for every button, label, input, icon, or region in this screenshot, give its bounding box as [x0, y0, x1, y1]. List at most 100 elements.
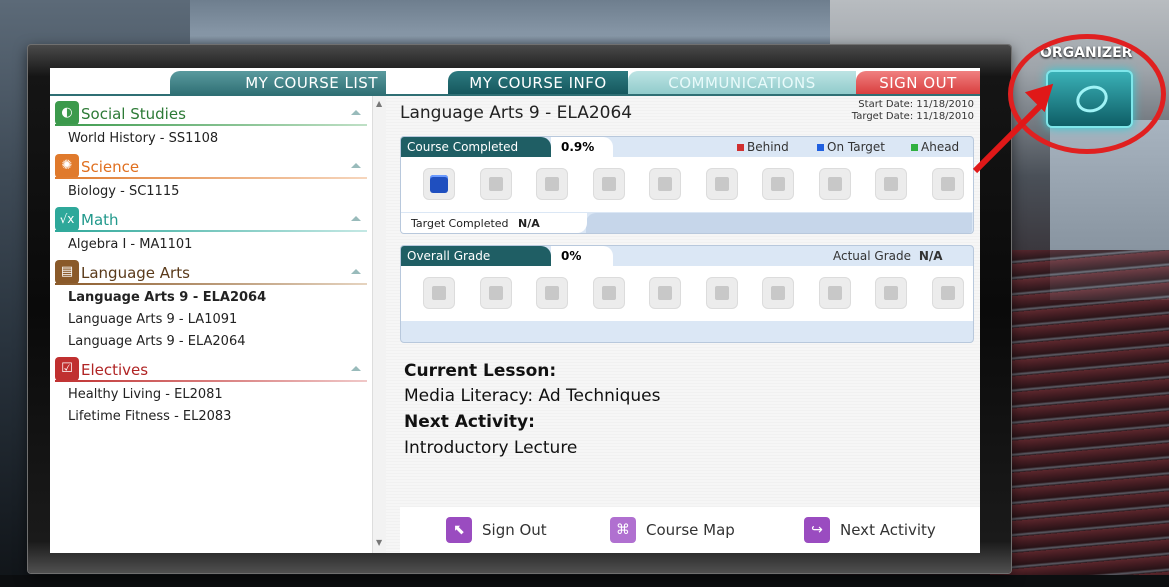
legend-swatch [737, 144, 744, 151]
progress-block-empty [649, 168, 681, 200]
progress-block-empty [931, 168, 964, 200]
course-info-panel: Language Arts 9 - ELA2064 Start Date: 11… [386, 96, 980, 553]
next-activity: Introductory Lecture [404, 438, 578, 458]
scroll-up-icon[interactable]: ▲ [376, 99, 382, 108]
start-date: Start Date: 11/18/2010 [858, 99, 974, 110]
course-screen: MY COURSE LIST MY COURSE INFO COMMUNICAT… [50, 68, 980, 553]
collapse-icon[interactable] [351, 110, 361, 115]
overall-grade-panel: Overall Grade 0% Actual Grade N/A [400, 245, 974, 343]
progress-block-empty [762, 277, 794, 309]
course-title: Language Arts 9 - ELA2064 [400, 103, 633, 123]
current-lesson: Media Literacy: Ad Techniques [404, 386, 661, 406]
action-bar: ⬉ Sign Out ⌘ Course Map ↪ Next Activity [400, 507, 980, 553]
category-divider [55, 380, 367, 382]
progress-block-empty [649, 277, 681, 309]
course-dates: Start Date: 11/18/2010 Target Date: 11/1… [852, 99, 974, 123]
actual-grade-label: Actual Grade [833, 249, 911, 263]
globe-icon: ◐ [55, 101, 79, 125]
progress-block-empty [705, 168, 738, 200]
progress-block-empty [592, 168, 625, 200]
category-divider [55, 283, 367, 285]
course-item-ela2064[interactable]: Language Arts 9 - ELA2064 [68, 334, 246, 349]
target-bar [586, 213, 972, 233]
legend-swatch [911, 144, 918, 151]
course-item-world-history[interactable]: World History - SS1108 [68, 131, 218, 146]
progress-header: Course Completed 0.9% Behind On Target A… [401, 137, 973, 157]
collapse-icon[interactable] [351, 216, 361, 221]
category-language-arts[interactable]: ▤ Language Arts [55, 259, 367, 285]
category-label: Math [81, 211, 119, 229]
course-item-lifetime-fitness[interactable]: Lifetime Fitness - EL2083 [68, 409, 231, 424]
progress-block-empty [479, 277, 512, 309]
category-electives[interactable]: ☑ Electives [55, 356, 367, 382]
progress-block-empty [875, 168, 907, 200]
progress-block-empty [705, 277, 738, 309]
sqrt-icon: √x [55, 207, 79, 231]
course-item-healthy-living[interactable]: Healthy Living - EL2081 [68, 387, 223, 402]
progress-block-empty [875, 277, 907, 309]
course-completed-value: 0.9% [551, 137, 613, 157]
course-item-ela2064-active[interactable]: Language Arts 9 - ELA2064 [68, 290, 266, 305]
progress-block-empty [592, 277, 625, 309]
progress-blocks [401, 157, 973, 212]
tab-communications[interactable]: COMMUNICATIONS [628, 71, 856, 95]
category-label: Electives [81, 361, 149, 379]
collapse-icon[interactable] [351, 163, 361, 168]
progress-block-empty [423, 277, 455, 309]
target-completed-text: Target Completed N/A [411, 217, 540, 230]
grade-header: Overall Grade 0% Actual Grade N/A [401, 246, 973, 266]
category-divider [55, 230, 367, 232]
tab-bar: MY COURSE LIST MY COURSE INFO COMMUNICAT… [50, 68, 980, 96]
progress-block-empty [479, 168, 512, 200]
book-icon: ▤ [55, 260, 79, 284]
collapse-icon[interactable] [351, 366, 361, 371]
tab-my-course-info[interactable]: MY COURSE INFO [448, 71, 628, 95]
current-lesson-label: Current Lesson: [404, 361, 557, 381]
actual-grade-value: N/A [918, 249, 943, 263]
sign-out-arrow-icon: ⬉ [446, 517, 472, 543]
progress-block-empty [536, 168, 568, 200]
map-icon: ⌘ [610, 517, 636, 543]
category-science[interactable]: ✺ Science [55, 153, 367, 179]
tab-sign-out[interactable]: SIGN OUT [856, 71, 980, 95]
atom-icon: ✺ [55, 154, 79, 178]
category-divider [55, 177, 367, 179]
next-arrow-icon: ↪ [804, 517, 830, 543]
course-item-la1091[interactable]: Language Arts 9 - LA1091 [68, 312, 237, 327]
next-activity-button-label: Next Activity [840, 521, 936, 539]
collapse-icon[interactable] [351, 269, 361, 274]
progress-block-empty [536, 277, 568, 309]
course-list-sidebar: ◐ Social Studies World History - SS1108 … [50, 96, 372, 553]
course-progress-panel: Course Completed 0.9% Behind On Target A… [400, 136, 974, 234]
background-stripes [990, 250, 1169, 587]
target-completed-label: Target Completed [411, 217, 509, 230]
course-item-algebra[interactable]: Algebra I - MA1101 [68, 237, 192, 252]
sidebar-scrollbar[interactable]: ▲ ▼ [372, 96, 386, 553]
scroll-down-icon[interactable]: ▼ [376, 538, 382, 547]
legend-label: Behind [747, 140, 789, 154]
progress-block-empty [818, 168, 851, 200]
course-item-biology[interactable]: Biology - SC1115 [68, 184, 179, 199]
category-label: Social Studies [81, 105, 186, 123]
category-social-studies[interactable]: ◐ Social Studies [55, 100, 367, 126]
sign-out-label: Sign Out [482, 521, 547, 539]
category-label: Language Arts [81, 264, 190, 282]
progress-block-empty [762, 168, 794, 200]
progress-block-empty [931, 277, 964, 309]
category-math[interactable]: √x Math [55, 206, 367, 232]
grade-blocks [401, 266, 973, 321]
overall-grade-value: 0% [551, 246, 613, 266]
course-completed-label: Course Completed [401, 137, 551, 157]
floor [0, 575, 1169, 587]
legend-label: On Target [827, 140, 885, 154]
legend-label: Ahead [921, 140, 960, 154]
target-date: Target Date: 11/18/2010 [851, 111, 974, 122]
course-map-label: Course Map [646, 521, 735, 539]
legend-behind: Behind [737, 140, 789, 154]
overall-grade-label: Overall Grade [401, 246, 551, 266]
category-label: Science [81, 158, 140, 176]
actual-grade: Actual Grade N/A [833, 249, 943, 263]
tab-my-course-list[interactable]: MY COURSE LIST [170, 71, 386, 95]
next-activity-label: Next Activity: [404, 412, 535, 432]
legend-swatch [817, 144, 824, 151]
